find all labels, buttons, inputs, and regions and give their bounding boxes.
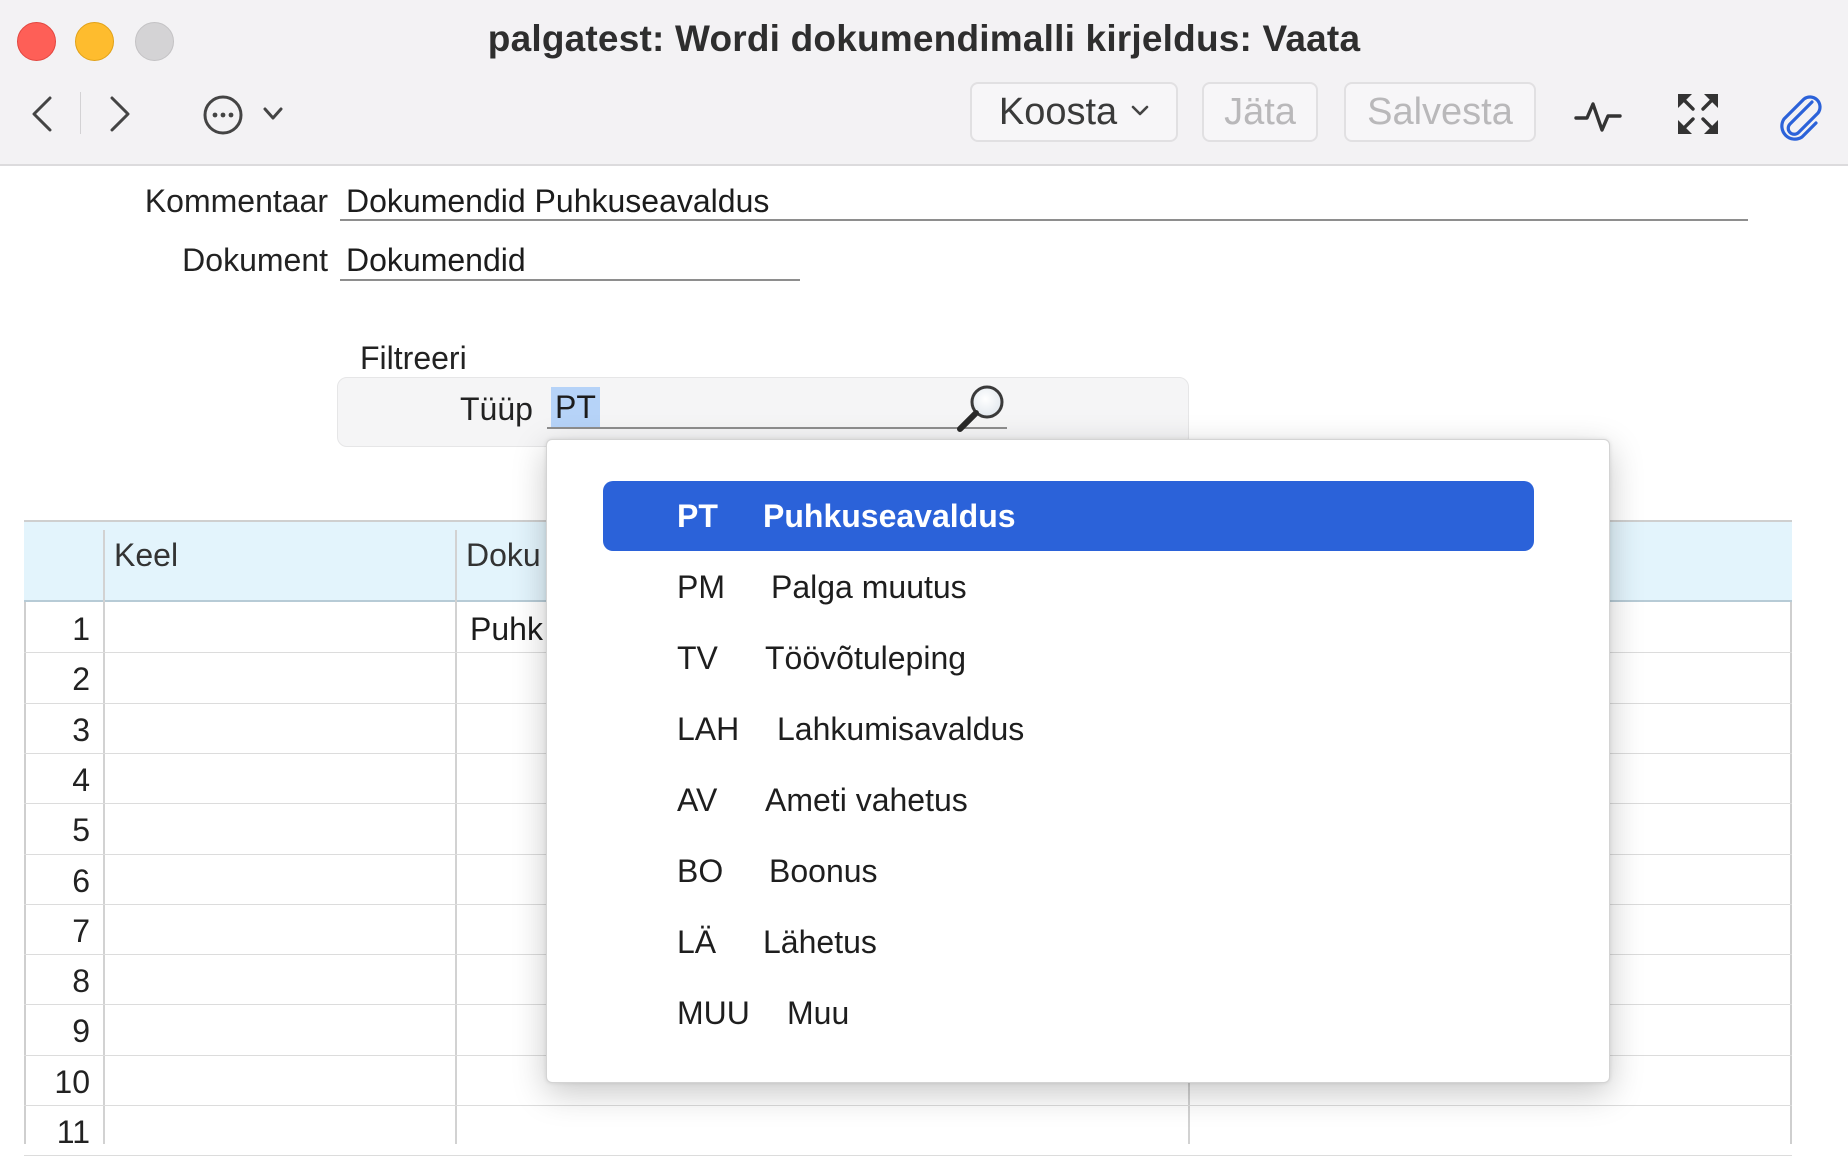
option-code: PM [677, 569, 725, 605]
option-code: LÄ [677, 924, 717, 960]
kommentaar-underline [340, 219, 1748, 221]
tyyp-underline [547, 427, 1007, 429]
koosta-label: Koosta [998, 91, 1118, 133]
option-code: BO [677, 853, 724, 889]
row-number: 3 [72, 711, 90, 748]
jata-button[interactable]: Jäta [1202, 82, 1318, 142]
option-code: MUU [677, 995, 750, 1031]
kommentaar-label: Kommentaar [144, 183, 328, 219]
row-number: 1 [72, 611, 90, 647]
row-number: 4 [72, 761, 90, 798]
salvesta-button[interactable]: Salvesta [1344, 82, 1536, 142]
dropdown-option-pm[interactable]: PM Palga muutus [603, 552, 1534, 622]
dropdown-option-tv[interactable]: TV Töövõtuleping [603, 623, 1534, 693]
option-name: Puhkuseavaldus [763, 498, 1016, 534]
chevron-down-icon [1131, 105, 1149, 116]
row-number: 2 [72, 661, 90, 698]
dropdown-option-muu[interactable]: MUU Muu [603, 978, 1534, 1048]
tyyp-input[interactable]: PT [551, 387, 600, 428]
column-divider [103, 530, 105, 1144]
row-number: 6 [72, 862, 90, 899]
option-name: Muu [787, 995, 850, 1031]
chevron-right-icon[interactable] [106, 96, 132, 132]
koosta-button[interactable]: Koosta [970, 82, 1178, 142]
row-number: 5 [72, 812, 90, 849]
option-code: LAH [677, 711, 740, 747]
kommentaar-field[interactable]: Dokumendid Puhkuseavaldus [346, 183, 769, 220]
salvesta-label: Salvesta [1367, 91, 1513, 133]
option-name: Lahkumisavaldus [777, 711, 1025, 747]
column-divider [1188, 1080, 1190, 1144]
option-name: Boonus [769, 853, 878, 889]
column-divider [455, 530, 457, 1144]
option-code: AV [677, 782, 718, 818]
dropdown-option-pt[interactable]: PT Puhkuseavaldus [603, 481, 1534, 551]
filter-title: Filtreeri [360, 340, 467, 376]
row-number: 7 [72, 912, 90, 949]
option-code: PT [677, 498, 718, 534]
tyyp-label: Tüüp [460, 391, 533, 427]
chevron-left-icon[interactable] [30, 96, 56, 132]
dokument-underline [340, 279, 800, 281]
paperclip-icon[interactable] [1776, 92, 1822, 142]
window-title: palgatest: Wordi dokumendimalli kirjeldu… [487, 18, 1361, 59]
activity-icon[interactable] [1574, 96, 1622, 136]
dropdown-option-lä[interactable]: LÄ Lähetus [603, 907, 1534, 977]
option-name: Ameti vahetus [765, 782, 968, 818]
dokument-label: Dokument [182, 242, 328, 278]
option-code: TV [677, 640, 718, 676]
option-name: Töövõtuleping [765, 640, 967, 676]
table-row [24, 1105, 1792, 1106]
option-name: Palga muutus [771, 569, 967, 605]
dropdown-option-lah[interactable]: LAH Lahkumisavaldus [603, 694, 1534, 764]
dropdown-option-bo[interactable]: BO Boonus [603, 836, 1534, 906]
toolbar-separator [80, 92, 81, 134]
row-number: 9 [72, 1013, 90, 1050]
column-header-keel[interactable]: Keel [114, 537, 178, 574]
tyyp-dropdown-menu: PT Puhkuseavaldus PM Palga muutus TV Töövõtul… [546, 439, 1610, 1083]
dropdown-option-av[interactable]: AV Ameti vahetus [603, 765, 1534, 835]
chevron-down-icon[interactable] [262, 106, 284, 122]
row-number: 11 [56, 1114, 90, 1150]
search-icon[interactable] [955, 383, 1009, 433]
row-number: 8 [72, 963, 90, 1000]
table-cell-doc[interactable]: Puhk [470, 611, 543, 648]
more-options-icon[interactable] [202, 94, 244, 136]
title-bar: palgatest: Wordi dokumendimalli kirjeldu… [0, 0, 1848, 166]
jata-label: Jäta [1224, 91, 1296, 133]
row-number: 10 [54, 1063, 90, 1100]
column-header-doku[interactable]: Doku [466, 537, 541, 574]
fullscreen-icon[interactable] [1676, 92, 1720, 136]
option-name: Lähetus [763, 924, 877, 960]
dokument-field[interactable]: Dokumendid [346, 242, 526, 279]
